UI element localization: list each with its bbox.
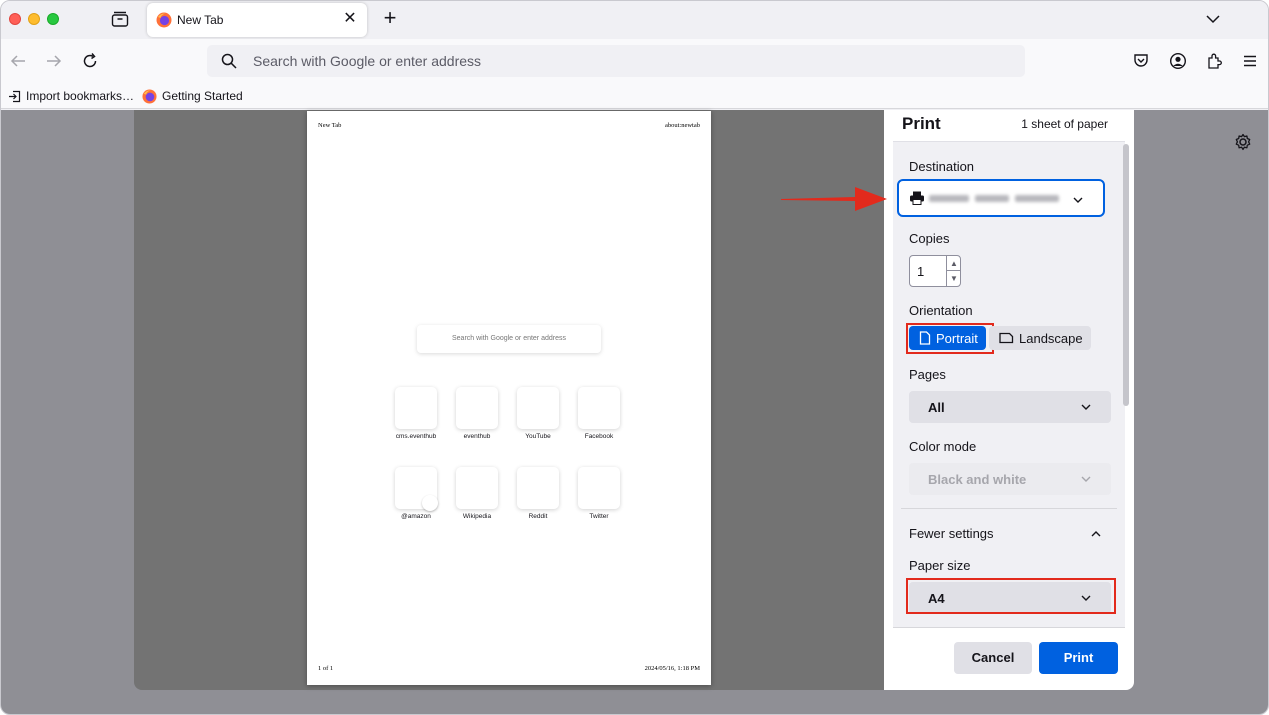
- redacted-printer-name: [1015, 195, 1059, 202]
- address-bar-placeholder: Search with Google or enter address: [253, 53, 482, 69]
- orientation-label: Orientation: [909, 303, 973, 318]
- color-mode-select[interactable]: Black and white: [909, 463, 1111, 495]
- fewer-settings-toggle[interactable]: Fewer settings: [909, 526, 994, 541]
- pages-label: Pages: [909, 367, 946, 382]
- color-mode-value: Black and white: [928, 472, 1027, 487]
- copies-label: Copies: [909, 231, 950, 246]
- gear-icon[interactable]: [1233, 132, 1253, 152]
- menu-icon[interactable]: [1241, 52, 1259, 70]
- printer-icon: [910, 191, 924, 205]
- reload-icon[interactable]: [81, 52, 99, 70]
- redacted-printer-name: [975, 195, 1009, 202]
- browser-window: New Tab ✕ + Search with Google or enter …: [0, 0, 1269, 715]
- tab-new-tab[interactable]: New Tab ✕: [147, 3, 367, 37]
- section-divider: [901, 508, 1117, 509]
- navigation-toolbar: Search with Google or enter address: [1, 39, 1268, 83]
- page-footer-date: 2024/05/16, 1:18 PM: [644, 665, 700, 672]
- site-thumbnail: [456, 467, 498, 509]
- bookmark-getting-started[interactable]: Getting Started: [142, 88, 243, 104]
- footer-divider: [893, 627, 1125, 628]
- site-thumbnail: [517, 387, 559, 429]
- site-label: YouTube: [525, 433, 551, 440]
- firefox-icon: [156, 12, 172, 28]
- site-thumbnail: [578, 467, 620, 509]
- extensions-icon[interactable]: [1205, 52, 1223, 70]
- site-label: cms.eventhub: [395, 433, 437, 440]
- sheet-count: 1 sheet of paper: [1021, 117, 1108, 131]
- site-label: @amazon: [401, 513, 431, 520]
- pages-select[interactable]: All: [909, 391, 1111, 423]
- site-thumbnail: [578, 387, 620, 429]
- annotation-arrow-icon: [781, 187, 887, 211]
- paper-size-label: Paper size: [909, 558, 971, 573]
- preview-search-box: Search with Google or enter address: [417, 325, 601, 353]
- destination-label: Destination: [909, 159, 975, 174]
- site-thumbnail: [395, 387, 437, 429]
- site-thumbnail: [517, 467, 559, 509]
- import-icon: [9, 90, 21, 102]
- close-tab-icon[interactable]: ✕: [341, 10, 359, 28]
- pocket-icon[interactable]: [1132, 52, 1150, 70]
- redacted-printer-name: [929, 195, 969, 202]
- copies-value: 1: [917, 264, 925, 279]
- color-mode-label: Color mode: [909, 439, 977, 454]
- firefox-icon: [142, 88, 157, 104]
- address-bar[interactable]: Search with Google or enter address: [207, 45, 1025, 77]
- zoom-window-button[interactable]: [47, 13, 59, 25]
- print-settings-scroll: Destination Copies 1 ▲ ▼ Orientation Por…: [893, 141, 1125, 627]
- close-window-button[interactable]: [9, 13, 21, 25]
- chevron-down-icon: [1073, 197, 1083, 203]
- site-label: Wikipedia: [462, 513, 492, 520]
- page-footer-count: 1 of 1: [318, 665, 334, 672]
- search-icon: [221, 53, 237, 69]
- print-preview-backdrop: New Tab about:newtab Search with Google …: [1, 110, 1268, 714]
- preview-page: New Tab about:newtab Search with Google …: [307, 111, 711, 685]
- destination-select[interactable]: [897, 179, 1105, 217]
- tab-strip: New Tab ✕ +: [1, 1, 1268, 39]
- bookmark-label: Getting Started: [162, 89, 243, 103]
- bookmark-import[interactable]: Import bookmarks…: [8, 88, 134, 104]
- copies-stepper[interactable]: 1 ▲ ▼: [909, 255, 961, 287]
- sponsored-badge: [422, 495, 438, 511]
- forward-icon[interactable]: [45, 52, 63, 70]
- firefox-view-icon[interactable]: [111, 11, 129, 27]
- orientation-landscape-button[interactable]: Landscape: [989, 326, 1091, 350]
- settings-scrollbar[interactable]: [1123, 144, 1129, 406]
- new-tab-button[interactable]: +: [379, 7, 401, 29]
- site-label: eventhub: [463, 433, 491, 440]
- print-title: Print: [902, 114, 941, 133]
- site-thumbnail: [456, 387, 498, 429]
- landscape-page-icon: [999, 332, 1014, 344]
- chevron-up-icon[interactable]: [1090, 530, 1102, 538]
- site-label: Reddit: [528, 513, 548, 520]
- back-icon[interactable]: [9, 52, 27, 70]
- chevron-down-icon: [1081, 476, 1091, 482]
- copies-spinner[interactable]: ▲ ▼: [946, 256, 961, 286]
- bookmarks-toolbar: Import bookmarks… Getting Started: [1, 83, 1268, 109]
- cancel-button[interactable]: Cancel: [954, 642, 1032, 674]
- tab-title: New Tab: [177, 13, 224, 27]
- chevron-down-icon: [1081, 404, 1091, 410]
- print-button[interactable]: Print: [1039, 642, 1118, 674]
- print-settings-panel: Print 1 sheet of paper Destination Copie…: [884, 110, 1134, 690]
- pages-value: All: [928, 400, 945, 415]
- bookmark-label: Import bookmarks…: [26, 89, 135, 103]
- page-header-url: about:newtab: [664, 122, 700, 129]
- annotation-highlight: [906, 323, 994, 354]
- account-icon[interactable]: [1169, 52, 1187, 70]
- site-label: Facebook: [584, 433, 614, 440]
- annotation-highlight: [906, 578, 1116, 614]
- page-header-title: New Tab: [318, 122, 342, 129]
- decrement-icon[interactable]: ▼: [947, 271, 961, 286]
- minimize-window-button[interactable]: [28, 13, 40, 25]
- landscape-label: Landscape: [1019, 330, 1083, 346]
- site-label: Twitter: [589, 513, 609, 520]
- increment-icon[interactable]: ▲: [947, 256, 961, 271]
- chevron-down-icon[interactable]: [1204, 11, 1222, 27]
